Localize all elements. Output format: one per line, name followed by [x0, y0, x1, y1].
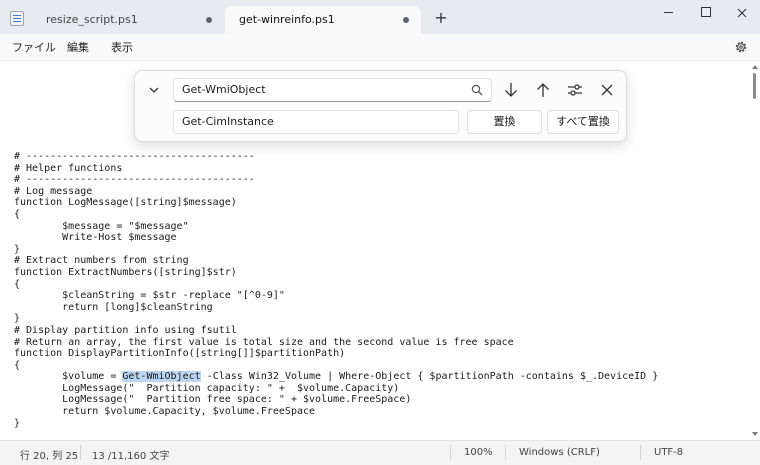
vertical-scrollbar[interactable] [751, 61, 760, 440]
code-line[interactable]: function DisplayPartitionInfo([string[]]… [14, 348, 345, 359]
code-line[interactable]: $message = "$message" [14, 221, 188, 232]
tab-resize-script[interactable]: resize_script.ps1 [32, 6, 224, 34]
code-line[interactable]: } [14, 313, 20, 324]
zoom-level[interactable]: 100% [464, 447, 493, 458]
chevron-down-icon[interactable] [147, 83, 161, 97]
code-line[interactable]: # Return an array, the first value is to… [14, 337, 514, 348]
replace-button[interactable]: 置換 [467, 110, 542, 134]
code-line[interactable]: return $volume.Capacity, $volume.FreeSpa… [14, 406, 315, 417]
line-ending[interactable]: Windows (CRLF) [519, 447, 600, 458]
code-line[interactable]: # Display partition info using fsutil [14, 325, 237, 336]
code-line[interactable]: { [14, 279, 20, 290]
code-line[interactable]: } [14, 244, 20, 255]
code-line[interactable]: } [14, 418, 20, 429]
options-sliders-icon[interactable] [565, 80, 585, 100]
code-line[interactable]: { [14, 360, 20, 371]
code-line[interactable]: $cleanString = $str -replace "[^0-9]" [14, 290, 285, 301]
find-replace-panel: Get-WmiObject Get-CimInstance 置換 すべて置換 [134, 70, 627, 142]
unsaved-dot-icon[interactable] [403, 17, 409, 23]
close-window-button[interactable] [722, 0, 760, 26]
notepad-app-icon [10, 11, 24, 26]
replace-input[interactable]: Get-CimInstance [173, 110, 459, 134]
search-input-value: Get-WmiObject [182, 83, 266, 96]
status-divider [640, 445, 641, 460]
minimize-button[interactable] [649, 0, 689, 26]
code-line[interactable]: function ExtractNumbers([string]$str) [14, 267, 237, 278]
new-tab-button[interactable]: + [433, 10, 449, 26]
search-icon[interactable] [471, 84, 483, 96]
code-line[interactable]: LogMessage(" Partition free space: " + $… [14, 394, 411, 405]
search-match-highlight[interactable]: Get-WmiObject [122, 371, 201, 383]
code-line[interactable]: function LogMessage([string]$message) [14, 197, 237, 208]
scroll-up-arrow-icon[interactable] [752, 65, 758, 69]
menu-file[interactable]: ファイル [12, 39, 56, 55]
unsaved-dot-icon[interactable] [206, 17, 212, 23]
code-line[interactable]: # Helper functions [14, 163, 122, 174]
code-text[interactable]: # --------------------------------------… [14, 151, 658, 429]
tab-label: resize_script.ps1 [46, 13, 138, 26]
encoding[interactable]: UTF-8 [654, 447, 683, 458]
close-icon [737, 8, 747, 18]
code-line[interactable]: return [long]$cleanString [14, 302, 213, 313]
code-line[interactable]: LogMessage(" Partition capacity: " + $vo… [14, 383, 399, 394]
scroll-down-arrow-icon[interactable] [752, 432, 758, 436]
menu-bar: ファイル 編集 表示 [0, 34, 760, 61]
code-line[interactable]: Write-Host $message [14, 232, 176, 243]
gear-icon[interactable] [734, 40, 748, 54]
menu-edit[interactable]: 編集 [67, 39, 89, 55]
tab-label: get-winreinfo.ps1 [239, 13, 335, 26]
menu-view[interactable]: 表示 [111, 39, 133, 55]
character-count: 13 /11,160 文字 [92, 451, 170, 462]
code-line[interactable]: # -------------------------------------- [14, 151, 255, 162]
code-line[interactable]: { [14, 209, 20, 220]
code-line[interactable]: # Extract numbers from string [14, 255, 189, 266]
title-bar: resize_script.ps1 get-winreinfo.ps1 + [0, 0, 760, 34]
code-line[interactable]: # -------------------------------------- [14, 174, 255, 185]
close-icon[interactable] [597, 80, 617, 100]
code-line[interactable]: # Log message [14, 186, 92, 197]
status-divider [80, 445, 81, 460]
arrow-down-icon[interactable] [501, 80, 521, 100]
cursor-position: 行 20, 列 25 [20, 451, 79, 462]
status-divider [505, 445, 506, 460]
search-input[interactable]: Get-WmiObject [173, 78, 492, 102]
code-line[interactable]: $volume = Get-WmiObject -Class Win32_Vol… [14, 371, 658, 383]
replace-all-button[interactable]: すべて置換 [547, 110, 619, 134]
maximize-button[interactable] [686, 0, 726, 26]
tab-get-winreinfo[interactable]: get-winreinfo.ps1 [225, 6, 421, 34]
scroll-thumb[interactable] [753, 73, 756, 99]
replace-input-value: Get-CimInstance [182, 115, 274, 128]
status-divider [450, 445, 451, 460]
arrow-up-icon[interactable] [533, 80, 553, 100]
status-bar: 行 20, 列 25 13 /11,160 文字 100% Windows (C… [0, 440, 760, 465]
